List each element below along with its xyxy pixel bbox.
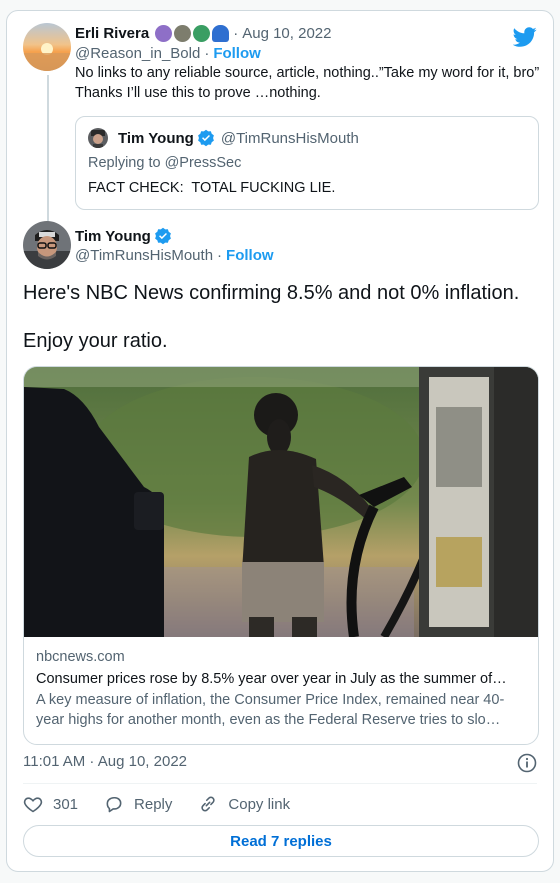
copy-link-label: Copy link xyxy=(228,795,291,813)
copy-link-button[interactable]: Copy link xyxy=(198,794,290,814)
reply-author-name[interactable]: Erli Rivera xyxy=(75,25,149,42)
quoted-header: Tim Young @TimRunsHisMouth xyxy=(118,129,359,147)
globe-icon xyxy=(193,25,211,42)
reply-author-handle[interactable]: @Reason_in_Bold xyxy=(75,45,200,62)
blue-cap-icon xyxy=(212,25,230,42)
like-count: 301 xyxy=(53,795,79,813)
tweet-actions: 301 Reply Copy link xyxy=(23,794,316,814)
erli-rivera-avatar[interactable] xyxy=(23,23,71,71)
reply-handle-row: @Reason_in_Bold · Follow xyxy=(75,45,261,62)
main-handle-row: @TimRunsHisMouth · Follow xyxy=(75,247,274,264)
tweet-timestamp[interactable]: 11:01 AM · Aug 10, 2022 xyxy=(23,753,187,770)
quoted-author-name: Tim Young xyxy=(118,129,194,147)
main-tweet-line-1: Here's NBC News confirming 8.5% and not … xyxy=(23,282,520,304)
link-meta: nbcnews.com Consumer prices rose by 8.5%… xyxy=(36,649,528,730)
tweet-embed-card: Erli Rivera · Aug 10, 2022 @Reason_in_Bo… xyxy=(6,10,554,872)
tim-young-avatar[interactable] xyxy=(23,221,71,269)
main-tweet-line-2: Enjoy your ratio. xyxy=(23,330,168,352)
follow-reply-author-button[interactable]: Follow xyxy=(213,45,261,62)
quoted-tweet-text: FACT CHECK: TOTAL FUCKING LIE. xyxy=(88,180,336,196)
reply-button[interactable]: Reply xyxy=(104,794,172,814)
verified-badge-icon xyxy=(154,227,171,245)
main-tweet-text: Here's NBC News confirming 8.5% and not … xyxy=(23,281,543,353)
read-replies-label: Read 7 replies xyxy=(230,832,332,850)
twitter-bird-icon[interactable] xyxy=(513,25,537,49)
moon-phase-icon xyxy=(174,25,192,42)
link-title: Consumer prices rose by 8.5% year over y… xyxy=(36,671,507,687)
speech-bubble-icon xyxy=(106,796,122,813)
main-author-handle[interactable]: @TimRunsHisMouth xyxy=(75,247,213,264)
quoted-tweet[interactable]: Tim Young @TimRunsHisMouth Replying to @… xyxy=(75,116,539,210)
thread-connector-line xyxy=(47,75,49,227)
reply-date[interactable]: Aug 10, 2022 xyxy=(242,25,331,42)
main-tweet-header: Tim Young xyxy=(75,227,172,245)
quoted-author-avatar xyxy=(88,128,108,148)
link-icon xyxy=(201,796,216,812)
read-replies-button[interactable]: Read 7 replies xyxy=(23,825,539,857)
main-author-name[interactable]: Tim Young xyxy=(75,228,151,245)
reply-separator: · xyxy=(233,25,239,42)
link-description: A key measure of inflation, the Consumer… xyxy=(36,692,505,728)
replying-to-label: Replying to @PressSec xyxy=(88,155,242,171)
gas-pump-photo xyxy=(24,367,538,637)
link-preview-card[interactable]: nbcnews.com Consumer prices rose by 8.5%… xyxy=(23,366,539,745)
like-button[interactable]: 301 xyxy=(23,794,78,814)
peace-symbol-icon xyxy=(155,25,173,42)
link-domain: nbcnews.com xyxy=(36,649,125,665)
verified-badge-icon xyxy=(197,129,214,147)
reply-label: Reply xyxy=(134,795,173,813)
handle-separator: · xyxy=(204,45,210,62)
heart-icon xyxy=(23,797,43,813)
info-icon[interactable] xyxy=(517,753,537,773)
divider xyxy=(23,783,537,784)
reply-header: Erli Rivera · Aug 10, 2022 xyxy=(75,25,331,42)
follow-main-author-button[interactable]: Follow xyxy=(226,247,274,264)
reply-text: No links to any reliable source, article… xyxy=(75,65,540,101)
quoted-author-handle: @TimRunsHisMouth xyxy=(220,129,359,147)
handle-separator: · xyxy=(217,247,223,264)
